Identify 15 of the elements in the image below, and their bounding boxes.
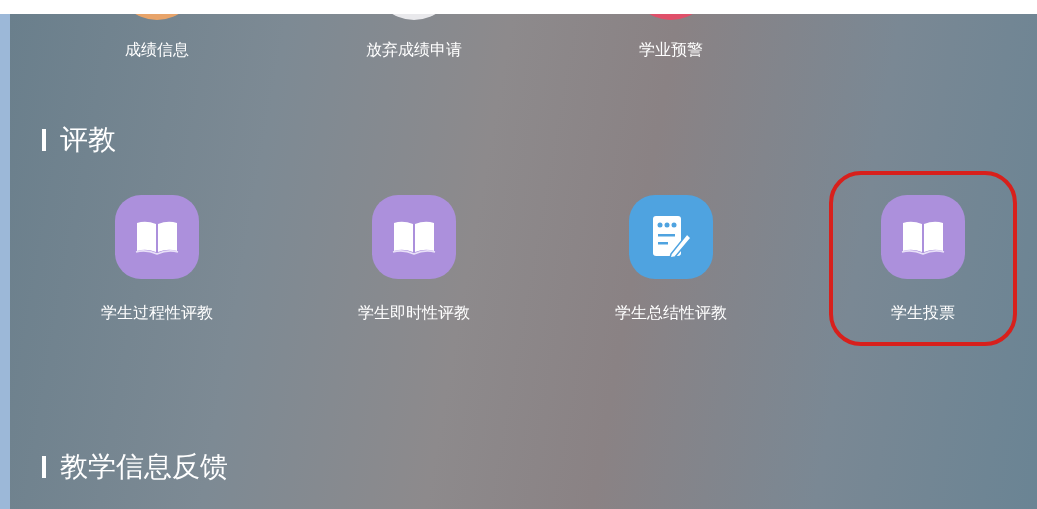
item-label[interactable]: 学生即时性评教 <box>357 303 470 324</box>
item-label[interactable]: 学生过程性评教 <box>100 303 213 324</box>
section-title: 教学信息反馈 <box>60 449 228 485</box>
book-icon[interactable] <box>371 195 456 279</box>
rating-form-icon[interactable] <box>628 195 713 279</box>
item-label[interactable]: 放弃成绩申请 <box>365 40 462 61</box>
section-marker <box>42 129 46 151</box>
item-label[interactable]: 学生总结性评教 <box>614 303 727 324</box>
item-label[interactable]: 学生投票 <box>890 303 955 324</box>
item-label[interactable]: 学业预警 <box>638 40 703 61</box>
book-icon[interactable] <box>114 195 199 279</box>
book-icon[interactable] <box>880 195 965 279</box>
section-marker <box>42 456 46 478</box>
section-title: 评教 <box>60 122 116 158</box>
item-label[interactable]: 成绩信息 <box>124 40 189 61</box>
